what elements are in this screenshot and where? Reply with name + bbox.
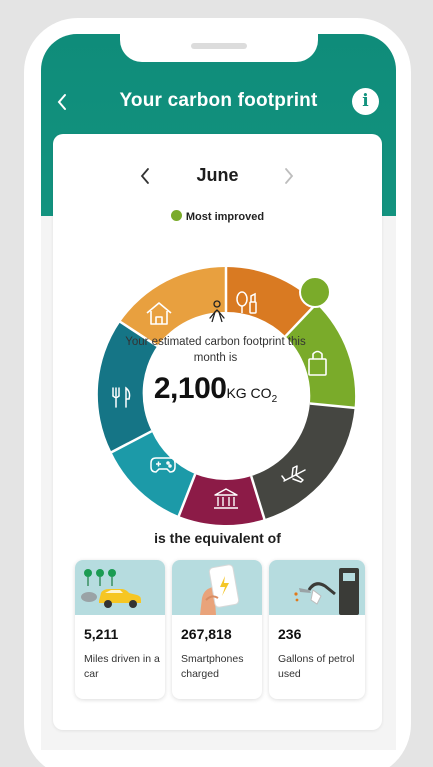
page-title: Your carbon footprint [119,90,318,111]
footprint-unit: KG CO [226,385,272,401]
smartphone-icon [172,560,262,615]
footprint-card: June Most improved Your estimated carbon… [53,134,382,730]
equivalent-heading: is the equivalent of [154,530,281,546]
footprint-description: Your estimated carbon footprint this mon… [125,336,306,364]
month-selector: June [53,162,382,192]
segment-travel[interactable] [251,403,355,520]
footprint-value: 2,100 [153,372,227,405]
equivalent-tile-smartphone[interactable]: 267,818 Smartphones charged [172,560,262,699]
tile-value: 236 [278,626,302,642]
info-icon[interactable]: i [352,88,379,115]
next-month-chevron-icon[interactable] [283,166,299,188]
notch-speaker [191,43,247,49]
tile-label: Miles driven in a car [84,653,160,680]
fuel-pump-icon [269,560,365,615]
equivalent-tile-petrol[interactable]: 236 Gallons of petrol used [269,560,365,699]
legend-label: Most improved [185,211,265,223]
footprint-summary: Your estimated carbon footprint this mon… [113,334,318,406]
footprint-value-row: 2,100KG CO2 [113,372,318,406]
footprint-unit-subscript: 2 [271,394,278,406]
equivalent-tile-car[interactable]: 5,211 Miles driven in a car [75,560,165,699]
most-improved-marker [299,276,331,308]
car-icon [75,560,165,615]
app-screen: Your carbon footprint i June Most improv… [41,34,396,750]
legend-dot [170,210,182,221]
tile-label: Gallons of petrol used [278,653,355,680]
tile-value: 267,818 [181,626,232,642]
equivalent-tiles: 5,211 Miles driven in a car 267,818 Smar… [75,560,365,700]
legend: Most improved [53,210,382,223]
tile-value: 5,211 [84,626,119,642]
tile-label: Smartphones charged [181,653,244,680]
person-icon [207,300,227,324]
month-label: June [196,165,239,185]
